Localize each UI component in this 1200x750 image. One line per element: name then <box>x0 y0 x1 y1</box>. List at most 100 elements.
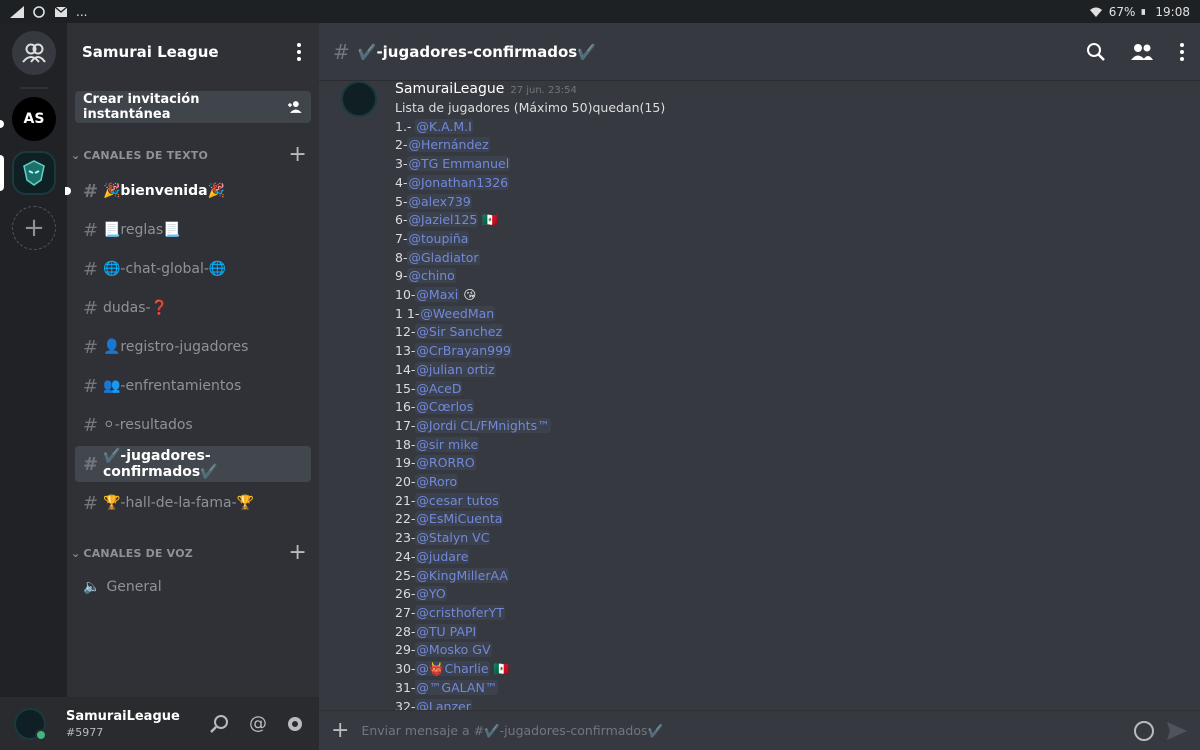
user-mention[interactable]: @WeedMan <box>419 305 496 321</box>
avatar[interactable] <box>14 707 47 741</box>
add-server-button[interactable]: + <box>12 206 56 250</box>
player-line: 8-@Gladiator <box>395 249 1186 268</box>
server-as-league[interactable]: AS <box>12 97 56 141</box>
player-number: 3- <box>395 156 408 172</box>
channel-title: ✔️-jugadores-confirmados✔️ <box>357 42 596 61</box>
user-name: SamuraiLeague <box>66 708 180 724</box>
player-number: 8- <box>395 249 408 265</box>
emoji-icon[interactable] <box>1134 720 1154 741</box>
user-mention[interactable]: @Lanzer <box>415 698 472 710</box>
user-mention[interactable]: @KingMillerAA <box>415 567 509 583</box>
home-button[interactable] <box>12 31 56 75</box>
user-mention[interactable]: @YO <box>415 586 447 602</box>
channel-item[interactable]: # 🎉bienvenida🎉 <box>65 173 311 209</box>
user-mention[interactable]: @Mosko GV <box>415 642 492 658</box>
user-mention[interactable]: @K.A.M.I <box>415 118 473 134</box>
text-channels-category[interactable]: ⌄ CANALES DE TEXTO + <box>67 144 319 166</box>
channel-name: 🏆-hall-de-la-fama-🏆 <box>103 495 255 511</box>
kebab-menu-icon[interactable] <box>295 43 303 61</box>
user-mention[interactable]: @TG Emmanuel <box>407 156 511 172</box>
user-mention[interactable]: @Maxi <box>415 287 460 303</box>
attach-plus-icon[interactable]: + <box>331 718 349 743</box>
player-line: 5-@alex739 <box>395 193 1186 212</box>
add-channel-icon[interactable]: + <box>288 542 307 564</box>
player-line: 9-@chino <box>395 267 1186 286</box>
find-friends-icon[interactable] <box>209 714 231 734</box>
user-mention[interactable]: @RORRO <box>415 455 476 471</box>
rail-divider <box>20 87 48 89</box>
channel-name: 🌐-chat-global-🌐 <box>103 261 227 277</box>
player-number: 29- <box>395 642 416 658</box>
player-number: 12- <box>395 324 416 340</box>
player-number: 26- <box>395 586 416 602</box>
user-mention[interactable]: @👹Charlie <box>415 661 490 677</box>
user-mention[interactable]: @sir mike <box>415 436 480 452</box>
category-label: CANALES DE VOZ <box>83 546 193 560</box>
search-icon[interactable] <box>1086 42 1106 62</box>
player-number: 10- <box>395 287 416 303</box>
user-mention[interactable]: @chino <box>407 268 456 284</box>
channel-item[interactable]: # 🌐-chat-global-🌐 <box>75 251 311 287</box>
status-bar: ... 67% 19:08 <box>0 0 1200 23</box>
guild-header[interactable]: Samurai League <box>67 23 319 81</box>
battery-level: 67% <box>1108 4 1136 19</box>
members-icon[interactable] <box>1130 43 1154 61</box>
channel-item[interactable]: # 🏆-hall-de-la-fama-🏆 <box>75 485 311 521</box>
channel-item[interactable]: # 👤registro-jugadores <box>75 329 311 365</box>
channel-item-selected[interactable]: # ✔️-jugadores-confirmados✔️ <box>75 446 311 482</box>
hash-icon: # <box>83 219 99 241</box>
player-line: 17-@Jordi CL/FMnights™ <box>395 417 1186 436</box>
player-line: 1.- @K.A.M.I <box>395 118 1186 137</box>
user-mention[interactable]: @toupiña <box>407 230 470 246</box>
player-number: 4- <box>395 174 408 190</box>
channel-item[interactable]: # 👥-enfrentamientos <box>75 368 311 404</box>
add-channel-icon[interactable]: + <box>288 144 307 166</box>
player-number: 9- <box>395 268 408 284</box>
user-mention[interactable]: @Sir Sanchez <box>415 324 504 340</box>
user-mention[interactable]: @Gladiator <box>407 249 480 265</box>
message-composer: + Enviar mensaje a #✔️-jugadores-confirm… <box>319 710 1200 750</box>
voice-channel-name: General <box>106 579 162 595</box>
player-number: 15- <box>395 380 416 396</box>
user-mention[interactable]: @Jonathan1326 <box>407 174 510 190</box>
chat-kebab-icon[interactable] <box>1178 42 1186 61</box>
user-mention[interactable]: @julian ortiz <box>415 361 496 377</box>
user-mention[interactable]: @alex739 <box>407 193 472 209</box>
user-mention[interactable]: @Roro <box>415 474 459 490</box>
add-person-icon <box>288 101 303 113</box>
user-mention[interactable]: @™GALAN™ <box>415 679 499 695</box>
user-mention[interactable]: @judare <box>415 548 470 564</box>
gear-icon[interactable] <box>285 714 305 734</box>
guild-name: Samurai League <box>82 43 219 61</box>
invite-button[interactable]: Crear invitación instantánea <box>75 91 311 123</box>
player-number: 32- <box>395 698 416 711</box>
user-mention[interactable]: @cesar tutos <box>415 492 500 508</box>
user-mention[interactable]: @Jaziel125 <box>407 212 479 228</box>
mention-icon[interactable]: @ <box>249 713 267 734</box>
avatar[interactable] <box>341 81 377 117</box>
user-mention[interactable]: @cristhoferYT <box>415 604 505 620</box>
channel-name: 👤registro-jugadores <box>103 339 249 355</box>
battery-icon <box>1141 8 1146 15</box>
user-mention[interactable]: @Stalyn VC <box>415 530 491 546</box>
channel-item[interactable]: # ⚪-resultados <box>75 407 311 443</box>
player-suffix: 🇲🇽 <box>489 661 510 677</box>
send-icon[interactable] <box>1166 721 1188 741</box>
voice-channel-item[interactable]: 🔈 General <box>75 569 311 605</box>
user-mention[interactable]: @EsMiCuenta <box>415 511 504 527</box>
channel-item[interactable]: # 📃reglas📃 <box>75 212 311 248</box>
user-mention[interactable]: @AceD <box>415 380 463 396</box>
user-mention[interactable]: @TU PAPI <box>415 623 478 639</box>
server-samurai-league[interactable] <box>12 151 56 195</box>
user-mention[interactable]: @Cœrlos <box>415 399 475 415</box>
user-mention[interactable]: @Hernández <box>407 137 490 153</box>
channel-item[interactable]: # dudas-❓ <box>75 290 311 326</box>
player-line: 15-@AceD <box>395 380 1186 399</box>
user-mention[interactable]: @Jordi CL/FMnights™ <box>415 417 551 433</box>
player-number: 20- <box>395 474 416 490</box>
user-mention[interactable]: @CrBrayan999 <box>415 343 513 359</box>
message-author[interactable]: SamuraiLeague <box>395 81 504 97</box>
server-logo-text: AS <box>23 111 45 127</box>
message-input[interactable]: Enviar mensaje a #✔️-jugadores-confirmad… <box>361 723 1122 739</box>
voice-channels-category[interactable]: ⌄ CANALES DE VOZ + <box>67 542 319 564</box>
